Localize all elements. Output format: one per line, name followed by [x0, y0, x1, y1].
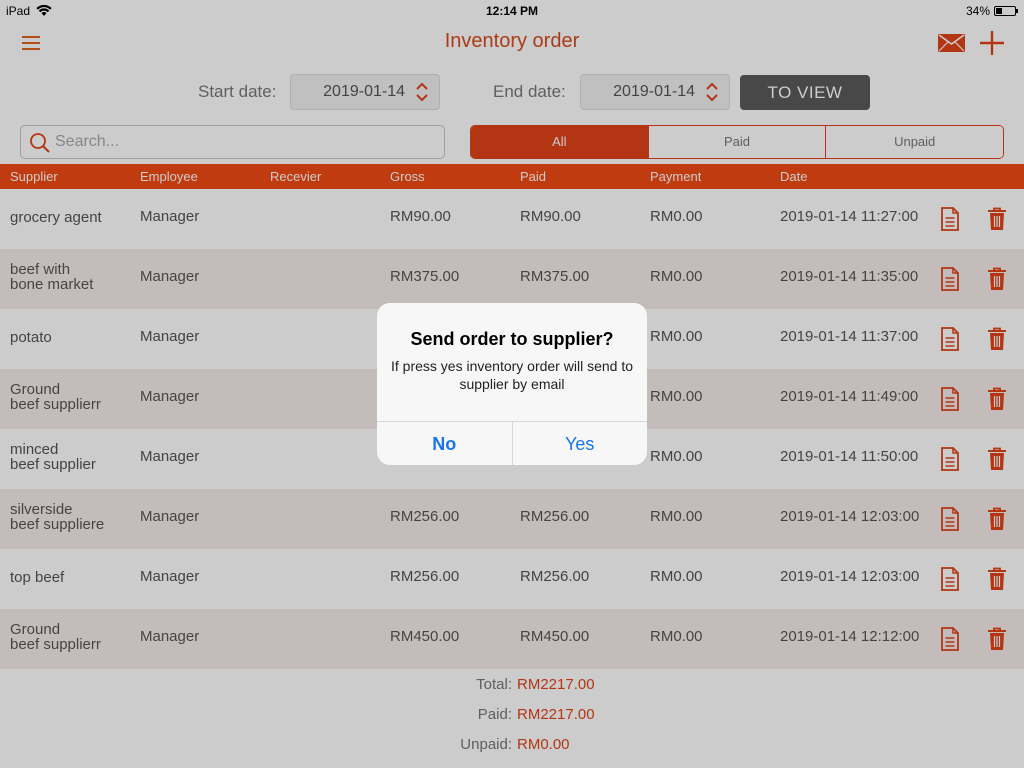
alert-buttons: No Yes — [377, 421, 647, 465]
alert-message: If press yes inventory order will send t… — [391, 358, 633, 392]
yes-button[interactable]: Yes — [513, 422, 648, 465]
no-button[interactable]: No — [377, 422, 513, 465]
send-order-alert: Send order to supplier? If press yes inv… — [377, 303, 647, 465]
alert-title: Send order to supplier? — [410, 329, 614, 349]
